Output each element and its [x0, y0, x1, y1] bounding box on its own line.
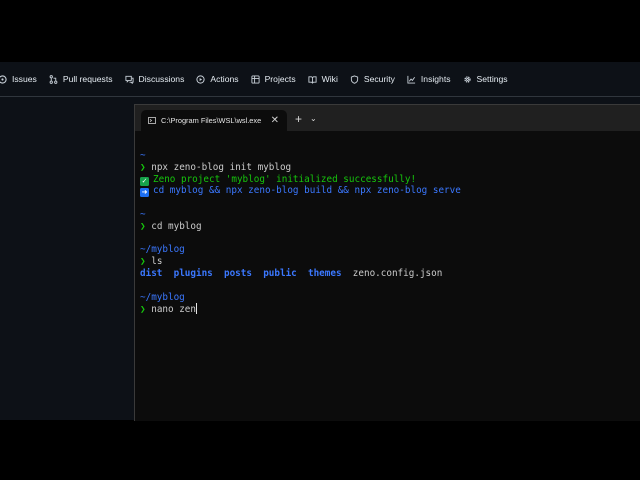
- wiki-icon: [308, 75, 317, 84]
- issue-icon: [0, 74, 7, 84]
- github-repo-nav: Issues Pull requests Discussions Actions…: [0, 62, 640, 97]
- nav-actions-label: Actions: [210, 74, 239, 84]
- ls-dir: public: [263, 267, 297, 279]
- text-cursor: [196, 303, 197, 315]
- command-text: npx zeno-blog init myblog: [151, 161, 292, 173]
- cwd-path: ~/myblog: [140, 244, 185, 256]
- nav-wiki-label: Wiki: [321, 74, 338, 84]
- discussion-icon: [124, 75, 134, 84]
- terminal-line: ❯ ls: [140, 256, 640, 268]
- terminal-tab-title: C:\Program Files\WSL\wsl.exe: [161, 116, 262, 125]
- nav-discussions-label: Discussions: [138, 74, 185, 84]
- nav-insights-label: Insights: [420, 74, 451, 84]
- nav-issues[interactable]: Issues: [0, 74, 37, 84]
- ls-dir: dist: [140, 267, 163, 279]
- terminal-line: ~/myblog: [140, 244, 640, 256]
- cwd-path: ~: [140, 150, 146, 161]
- projects-icon: [251, 74, 260, 84]
- gear-icon: [463, 75, 472, 84]
- arrow-right-icon: ➜: [140, 188, 149, 198]
- terminal-line: ~: [140, 209, 640, 221]
- terminal-output[interactable]: ~ ❯ npx zeno-blog init myblog ✓ Zeno proj…: [135, 131, 640, 315]
- command-input[interactable]: nano zen: [151, 304, 196, 315]
- nav-insights[interactable]: Insights: [407, 74, 451, 84]
- nav-discussions[interactable]: Discussions: [124, 74, 185, 84]
- cwd-path: ~/myblog: [140, 291, 185, 303]
- nav-projects-label: Projects: [264, 74, 296, 84]
- terminal-line: ✓ Zeno project 'myblog' initialized succe…: [140, 174, 640, 186]
- ls-dir: themes: [307, 267, 342, 279]
- cwd-path: ~: [140, 208, 146, 220]
- command-text: ls: [151, 256, 163, 268]
- terminal-line: ➜ cd myblog && npx zeno-blog build && npx…: [140, 185, 640, 198]
- nav-projects[interactable]: Projects: [251, 74, 296, 84]
- nav-issues-label: Issues: [12, 74, 37, 84]
- check-icon: ✓: [140, 176, 149, 186]
- terminal-line: ❯ cd myblog: [140, 221, 640, 233]
- terminal-line: ~/myblog: [140, 292, 640, 304]
- terminal-line: ~: [140, 150, 640, 162]
- terminal-tab-bar: C:\Program Files\WSL\wsl.exe ✕ + ⌄: [135, 105, 640, 131]
- prompt-symbol: ❯: [140, 220, 146, 232]
- terminal-icon: [148, 117, 156, 124]
- terminal-line: ❯ nano zen: [140, 303, 640, 315]
- graph-icon: [407, 75, 416, 84]
- new-tab-button[interactable]: +: [295, 109, 302, 131]
- nav-wiki[interactable]: Wiki: [308, 74, 338, 84]
- terminal-tab[interactable]: C:\Program Files\WSL\wsl.exe ✕: [141, 110, 287, 131]
- nav-security[interactable]: Security: [350, 74, 395, 84]
- ls-file: zeno.config.json: [352, 267, 443, 279]
- prompt-symbol: ❯: [140, 161, 146, 173]
- ls-dir: posts: [223, 267, 252, 279]
- ls-dir: plugins: [173, 267, 213, 279]
- next-steps-hint: cd myblog && npx zeno-blog build && npx …: [153, 185, 461, 197]
- nav-security-label: Security: [363, 74, 395, 84]
- shield-icon: [350, 74, 359, 84]
- close-tab-icon[interactable]: ✕: [271, 115, 279, 126]
- nav-pull-requests[interactable]: Pull requests: [49, 74, 113, 84]
- success-message: Zeno project 'myblog' initialized succes…: [153, 173, 417, 185]
- terminal-line: ❯ npx zeno-blog init myblog: [140, 162, 640, 174]
- nav-pull-requests-label: Pull requests: [62, 74, 113, 84]
- terminal-window: C:\Program Files\WSL\wsl.exe ✕ + ⌄ ~ ❯ n…: [134, 104, 640, 421]
- prompt-symbol: ❯: [140, 304, 146, 316]
- ls-output: dist plugins posts public themes zeno.co…: [140, 268, 640, 280]
- pull-request-icon: [49, 74, 58, 84]
- nav-actions[interactable]: Actions: [196, 74, 239, 84]
- actions-icon: [196, 74, 205, 84]
- nav-settings-label: Settings: [476, 74, 508, 84]
- prompt-symbol: ❯: [140, 256, 146, 268]
- nav-settings[interactable]: Settings: [463, 74, 508, 84]
- chevron-down-icon[interactable]: ⌄: [310, 109, 317, 131]
- command-text: cd myblog: [151, 220, 202, 232]
